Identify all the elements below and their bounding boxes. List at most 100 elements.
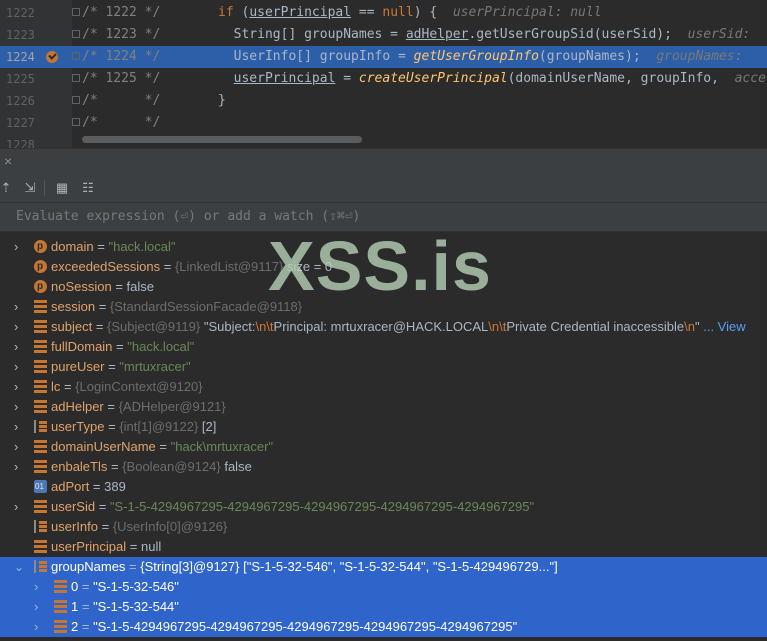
variable-row-2[interactable]: › 2 = "S-1-5-4294967295-4294967295-429496…: [0, 617, 767, 637]
line-number[interactable]: 1223: [6, 24, 38, 46]
variable-row-userInfo[interactable]: userInfo = {UserInfo[0]@9126}: [0, 517, 767, 537]
array-icon: [34, 560, 47, 573]
variable-value: "Subject:\n\tPrincipal: mrtuxracer@HACK.…: [203, 319, 700, 334]
expand-arrow-icon[interactable]: ›: [14, 237, 18, 257]
expand-arrow-icon[interactable]: ›: [14, 497, 18, 517]
code-line[interactable]: 1224 /* 1224 */ UserInfo[] groupInfo = ge…: [0, 46, 767, 68]
variable-row-userPrincipal[interactable]: userPrincipal = null: [0, 537, 767, 557]
run-to-cursor-icon[interactable]: ⇲: [20, 178, 40, 198]
variable-text: userInfo = {UserInfo[0]@9126}: [51, 519, 228, 534]
variable-value: "S-1-5-32-546": [93, 579, 179, 594]
expand-arrow-icon[interactable]: ›: [14, 397, 18, 417]
line-number[interactable]: 1227: [6, 112, 38, 134]
variable-name: groupNames: [51, 559, 126, 574]
line-code: UserInfo[] groupInfo = getUserGroupInfo(…: [218, 49, 751, 64]
line-code: String[] groupNames = adHelper.getUserGr…: [218, 27, 759, 42]
code-line[interactable]: 1227 /* */: [0, 112, 767, 134]
expand-arrow-icon[interactable]: ›: [14, 317, 18, 337]
variable-name: domain: [51, 239, 94, 254]
line-comment: /* 1225 */: [82, 71, 161, 86]
variable-name: enbaleTls: [51, 459, 108, 474]
fold-icon[interactable]: [72, 74, 80, 82]
trace-icon[interactable]: ☷: [78, 178, 98, 198]
variable-name: userType: [51, 419, 105, 434]
field-icon: [54, 620, 67, 633]
variable-row-0[interactable]: › 0 = "S-1-5-32-546": [0, 577, 767, 597]
code-text: /* */: [82, 112, 160, 134]
code-text: /* 1225 */ userPrincipal = createUserPri…: [82, 68, 766, 90]
variable-text: adPort = 389: [51, 479, 126, 494]
variable-row-userSid[interactable]: › userSid = "S-1-5-4294967295-4294967295-…: [0, 497, 767, 517]
variable-ref: {Subject@9119}: [107, 319, 201, 334]
field-icon: [34, 320, 47, 333]
variable-text: groupNames = {String[3]@9127} ["S-1-5-32…: [51, 559, 558, 574]
line-number[interactable]: 1222: [6, 2, 38, 24]
breakpoint-hit-icon[interactable]: [46, 51, 58, 63]
expand-arrow-icon[interactable]: ›: [14, 417, 18, 437]
variable-name: userInfo: [51, 519, 98, 534]
variable-row-groupNames[interactable]: ⌄ groupNames = {String[3]@9127} ["S-1-5-3…: [0, 557, 767, 577]
expand-arrow-icon[interactable]: ›: [14, 337, 18, 357]
collapse-arrow-icon[interactable]: ⌄: [14, 557, 24, 577]
variable-row-subject[interactable]: › subject = {Subject@9119} "Subject:\n\tP…: [0, 317, 767, 337]
expand-arrow-icon[interactable]: ›: [14, 377, 18, 397]
expand-arrow-icon[interactable]: ›: [14, 357, 18, 377]
variable-value: false: [126, 279, 155, 294]
line-number[interactable]: 1226: [6, 90, 38, 112]
horizontal-scrollbar[interactable]: [82, 136, 362, 143]
code-line[interactable]: 1222 /* 1222 */ if (userPrincipal == null)…: [0, 2, 767, 24]
line-number[interactable]: 1224: [6, 46, 38, 68]
variable-text: subject = {Subject@9119} "Subject:\n\tPr…: [51, 319, 746, 334]
variable-row-enbaleTls[interactable]: › enbaleTls = {Boolean@9124} false: [0, 457, 767, 477]
line-number[interactable]: 1228: [6, 134, 38, 148]
code-line[interactable]: 1225 /* 1225 */ userPrincipal = createUse…: [0, 68, 767, 90]
line-number[interactable]: 1225: [6, 68, 38, 90]
parameter-icon: [34, 277, 47, 297]
array-icon: [34, 420, 47, 433]
code-line[interactable]: 1226 /* */}: [0, 90, 767, 112]
expand-arrow-icon[interactable]: ›: [14, 437, 18, 457]
variable-row-domainUserName[interactable]: › domainUserName = "hack\mrtuxracer": [0, 437, 767, 457]
variable-row-adHelper[interactable]: › adHelper = {ADHelper@9121}: [0, 397, 767, 417]
variable-row-lc[interactable]: › lc = {LoginContext@9120}: [0, 377, 767, 397]
variable-text: noSession = false: [51, 279, 155, 294]
variable-row-1[interactable]: › 1 = "S-1-5-32-544": [0, 597, 767, 617]
field-icon: [34, 440, 47, 453]
field-icon: [34, 300, 47, 313]
fold-icon[interactable]: [72, 118, 80, 126]
variable-row-pureUser[interactable]: › pureUser = "mrtuxracer": [0, 357, 767, 377]
variable-name: pureUser: [51, 359, 105, 374]
variable-text: 1 = "S-1-5-32-544": [71, 599, 179, 614]
fold-icon[interactable]: [72, 30, 80, 38]
variable-row-fullDomain[interactable]: › fullDomain = "hack.local": [0, 337, 767, 357]
variable-name: exceededSessions: [51, 259, 161, 274]
debugger-toolbar: ⇡ ⇲ ▦ ☷: [0, 174, 767, 203]
variable-name: adPort: [51, 479, 90, 494]
expand-arrow-icon[interactable]: ›: [34, 597, 38, 617]
code-text: /* 1223 */ String[] groupNames = adHelpe…: [82, 24, 750, 46]
line-comment: /* 1224 */: [82, 49, 161, 64]
fold-icon[interactable]: [72, 96, 80, 104]
variable-row-adPort[interactable]: adPort = 389: [0, 477, 767, 497]
field-icon: [34, 340, 47, 353]
variable-name: userSid: [51, 499, 96, 514]
variable-text: userSid = "S-1-5-4294967295-4294967295-4…: [51, 499, 535, 514]
expand-arrow-icon[interactable]: ›: [14, 457, 18, 477]
code-line[interactable]: 1223 /* 1223 */ String[] groupNames = adH…: [0, 24, 767, 46]
variable-text: 0 = "S-1-5-32-546": [71, 579, 179, 594]
variable-text: session = {StandardSessionFacade@9118}: [51, 299, 303, 314]
fold-icon[interactable]: [72, 8, 80, 16]
code-editor[interactable]: 1222 /* 1222 */ if (userPrincipal == null)…: [0, 0, 767, 148]
variable-text: userPrincipal = null: [51, 539, 162, 554]
variable-text: domainUserName = "hack\mrtuxracer": [51, 439, 274, 454]
step-out-icon[interactable]: ⇡: [0, 178, 16, 198]
variable-row-userType[interactable]: › userType = {int[1]@9122} [2]: [0, 417, 767, 437]
evaluate-table-icon[interactable]: ▦: [52, 178, 72, 198]
variable-value: null: [140, 539, 162, 554]
variable-name: fullDomain: [51, 339, 113, 354]
expand-arrow-icon[interactable]: ›: [14, 297, 18, 317]
expand-arrow-icon[interactable]: ›: [34, 617, 38, 637]
fold-icon[interactable]: [72, 52, 80, 60]
expand-arrow-icon[interactable]: ›: [34, 577, 38, 597]
close-icon[interactable]: ×: [4, 153, 12, 169]
